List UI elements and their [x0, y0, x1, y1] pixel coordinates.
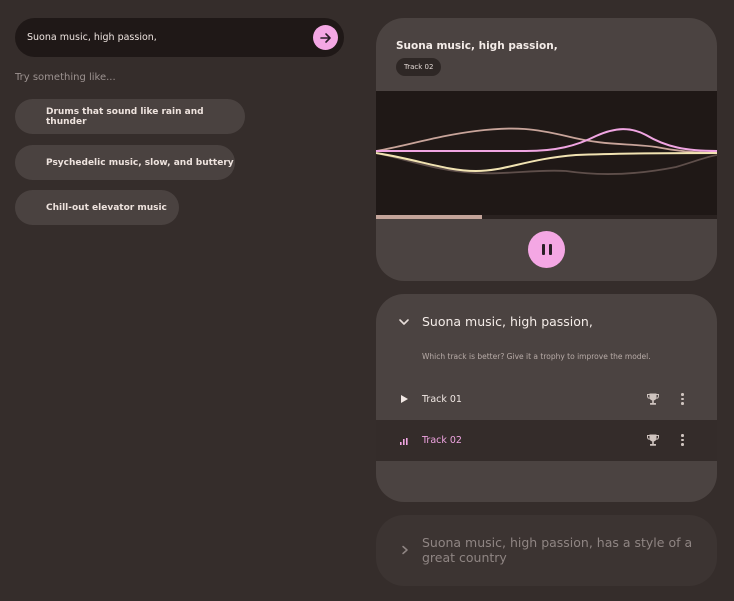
pause-icon [541, 244, 545, 255]
app-root: Suona music, high passion, Try something… [0, 0, 734, 601]
collapsed-session-card[interactable]: Suona music, high passion, has a style o… [376, 515, 717, 586]
waveform-panel[interactable] [376, 91, 717, 219]
pause-icon [548, 244, 552, 255]
prompt-input-text[interactable]: Suona music, high passion, [27, 32, 157, 43]
collapsed-session-title: Suona music, high passion, has a style o… [422, 535, 693, 565]
session-card: Suona music, high passion, Which track i… [376, 294, 717, 502]
playback-progress-fill [376, 215, 482, 219]
chevron-right-icon[interactable] [400, 545, 410, 555]
suggestion-chip[interactable]: Chill-out elevator music [15, 190, 179, 225]
feedback-hint: Which track is better? Give it a trophy … [422, 352, 651, 361]
trophy-icon[interactable] [646, 433, 660, 447]
session-title: Suona music, high passion, [422, 314, 593, 329]
track-name: Track 02 [422, 435, 462, 446]
track-row-selected[interactable]: Track 02 [376, 420, 717, 461]
play-icon[interactable] [398, 393, 410, 405]
track-row[interactable]: Track 01 [376, 379, 717, 420]
prompt-input[interactable]: Suona music, high passion, [15, 18, 344, 57]
trophy-icon[interactable] [646, 392, 660, 406]
chevron-down-icon[interactable] [398, 316, 410, 328]
waveform-graphic [376, 127, 717, 175]
equalizer-icon [400, 438, 408, 445]
suggestion-chip[interactable]: Drums that sound like rain and thunder [15, 99, 245, 134]
player-title: Suona music, high passion, [396, 40, 558, 52]
track-name: Track 01 [422, 394, 462, 405]
playback-progress[interactable] [376, 215, 717, 219]
suggestion-chip[interactable]: Psychedelic music, slow, and buttery [15, 145, 235, 180]
pause-button[interactable] [528, 231, 565, 268]
player-card: Suona music, high passion, Track 02 [376, 18, 717, 281]
suggestions-label: Try something like... [15, 72, 116, 83]
more-options-icon[interactable] [681, 393, 684, 405]
submit-button[interactable] [313, 25, 338, 50]
more-options-icon[interactable] [681, 434, 684, 446]
arrow-right-icon [319, 32, 331, 43]
track-badge: Track 02 [396, 58, 442, 76]
